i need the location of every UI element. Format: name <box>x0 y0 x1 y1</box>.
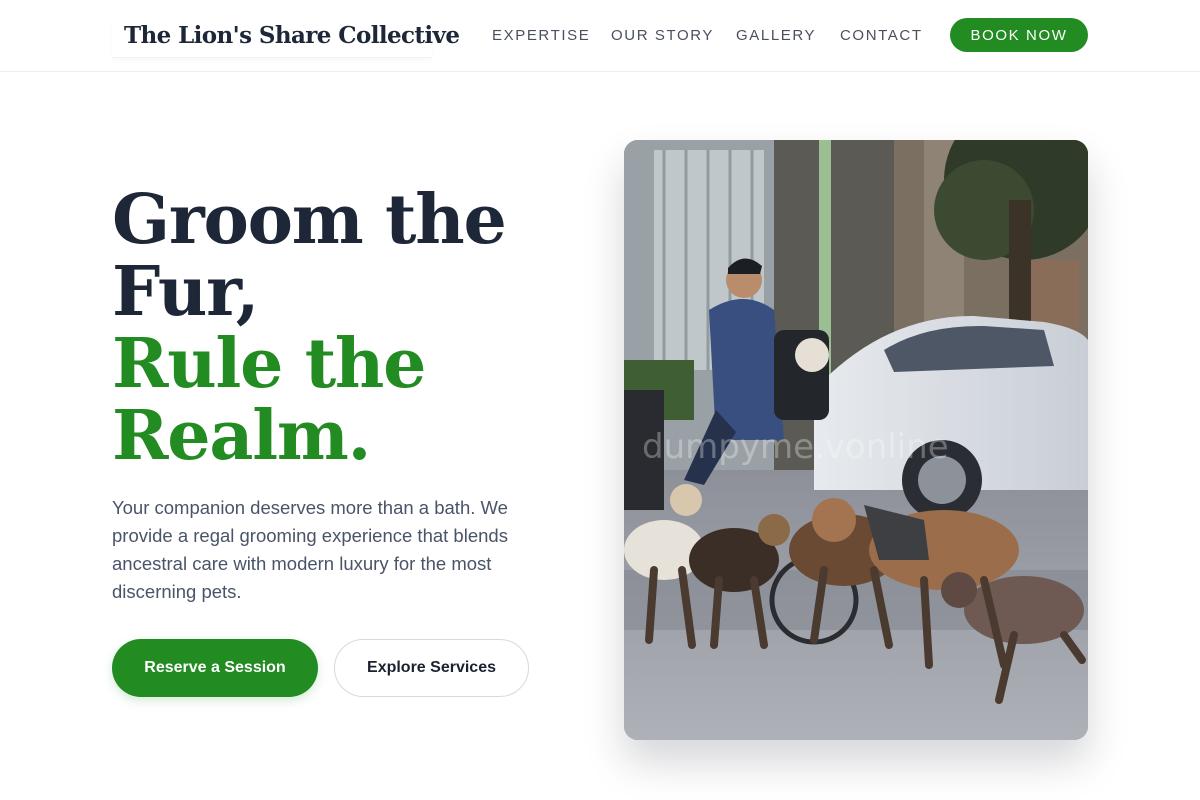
reserve-session-button[interactable]: Reserve a Session <box>112 639 318 697</box>
book-now-button[interactable]: BOOK NOW <box>950 18 1088 52</box>
nav-contact[interactable]: CONTACT <box>840 27 923 44</box>
headline-line-2: Fur, <box>112 252 259 332</box>
brand-name: The Lion's Share Collective <box>124 22 460 49</box>
hero-photo: dumpyme.vonline <box>624 140 1088 740</box>
headline-accent-line-2: Realm. <box>112 396 371 476</box>
image-watermark: dumpyme.vonline <box>642 427 949 467</box>
hero-description: Your companion deserves more than a bath… <box>112 497 508 602</box>
top-navigation: The Lion's Share Collective EXPERTISE OU… <box>0 0 1200 72</box>
hero-headline: Groom the Fur, Rule the Realm. <box>112 184 592 472</box>
nav-our-story[interactable]: OUR STORY <box>611 27 714 44</box>
dog-walker-street-image: dumpyme.vonline <box>624 140 1088 740</box>
explore-services-button[interactable]: Explore Services <box>334 639 529 697</box>
nav-gallery[interactable]: GALLERY <box>736 27 816 44</box>
nav-expertise[interactable]: EXPERTISE <box>492 27 590 44</box>
brand-logo[interactable]: The Lion's Share Collective <box>112 18 460 58</box>
headline-accent-line-1: Rule the <box>112 324 426 404</box>
headline-line-1: Groom the <box>112 180 507 260</box>
